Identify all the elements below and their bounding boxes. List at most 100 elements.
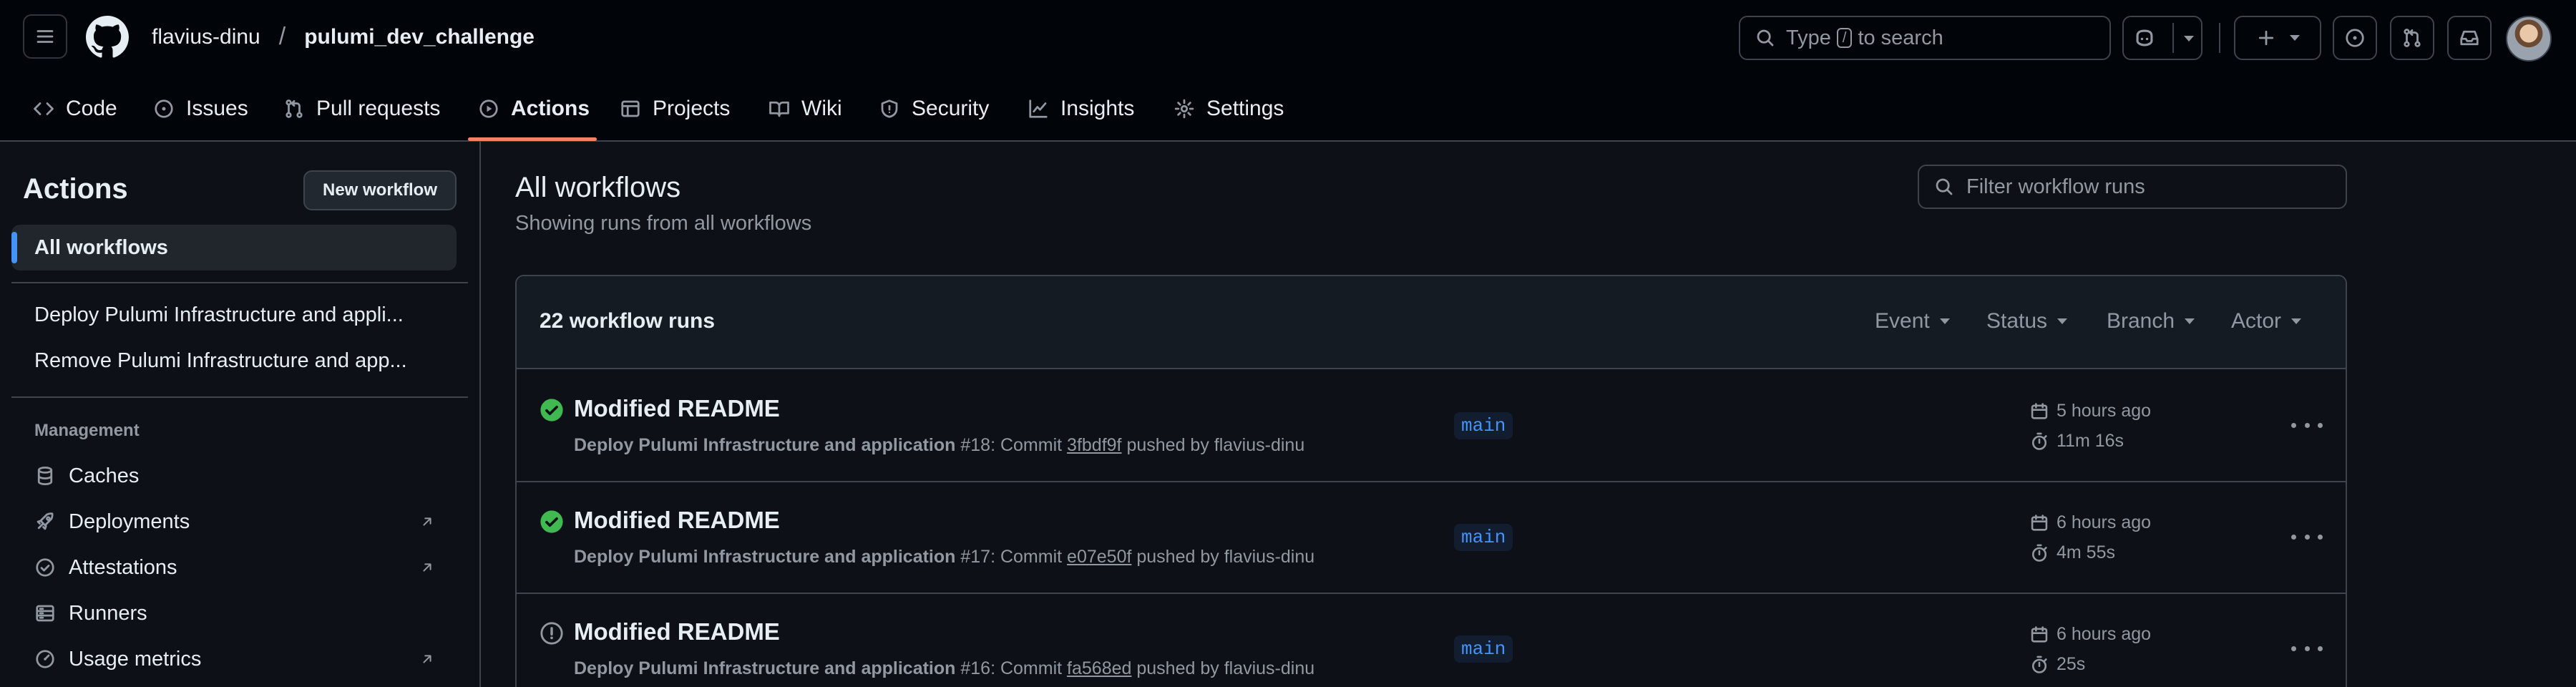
event-filter-dropdown[interactable]: Event: [1875, 309, 1950, 333]
run-workflow-name: Deploy Pulumi Infrastructure and applica…: [574, 435, 956, 455]
pull-requests-shortcut-button[interactable]: [2390, 16, 2434, 60]
sidebar-divider: [11, 396, 468, 398]
issues-shortcut-button[interactable]: [2333, 16, 2377, 60]
calendar-icon: [2031, 514, 2048, 531]
global-header: flavius-dinu / pulumi_dev_challenge Type…: [0, 0, 2576, 76]
run-workflow-name: Deploy Pulumi Infrastructure and applica…: [574, 547, 956, 567]
search-suffix: to search: [1858, 26, 1943, 49]
run-title-link[interactable]: Modified README: [574, 618, 780, 645]
filter-label: Event: [1875, 309, 1930, 333]
menu-button[interactable]: [23, 14, 67, 59]
run-options-kebab-icon[interactable]: [2291, 524, 2323, 550]
commit-sha-link[interactable]: fa568ed: [1067, 658, 1131, 678]
run-meta: Deploy Pulumi Infrastructure and applica…: [574, 435, 1304, 456]
workflow-run-row[interactable]: Modified README Deploy Pulumi Infrastruc…: [517, 371, 2346, 482]
tab-pull-requests[interactable]: Pull requests: [283, 76, 440, 142]
repo-nav: Code Issues Pull requests Actions Projec…: [0, 76, 2576, 142]
copilot-button[interactable]: [2122, 16, 2202, 60]
sidebar-title: Actions: [23, 173, 128, 205]
search-icon: [1757, 29, 1774, 47]
rocket-icon: [36, 512, 54, 530]
search-icon: [1936, 178, 1953, 195]
active-tab-indicator: [468, 137, 597, 141]
filter-placeholder: Filter workflow runs: [1966, 175, 2145, 198]
chevron-down-icon: [2291, 318, 2302, 324]
shield-icon: [881, 99, 898, 118]
chevron-down-icon[interactable]: [2184, 36, 2194, 42]
tab-insights[interactable]: Insights: [1028, 76, 1134, 142]
github-logo-icon[interactable]: [86, 16, 129, 59]
repo-name-link[interactable]: pulumi_dev_challenge: [304, 25, 535, 49]
pull-request-icon: [286, 99, 303, 118]
sidebar-item-label: Deploy Pulumi Infrastructure and appli..…: [34, 303, 404, 326]
cancelled-stop-icon: [540, 622, 563, 645]
sidebar-item-remove-workflow[interactable]: Remove Pulumi Infrastructure and app...: [11, 338, 457, 384]
run-timestamp: 6 hours ago: [2029, 512, 2151, 533]
sidebar-item-runners[interactable]: Runners: [11, 591, 457, 635]
run-options-kebab-icon[interactable]: [2291, 635, 2323, 661]
sidebar-item-deploy-workflow[interactable]: Deploy Pulumi Infrastructure and appli..…: [11, 292, 457, 338]
inbox-button[interactable]: [2447, 16, 2492, 60]
database-icon: [37, 467, 53, 485]
sidebar-item-usage-metrics[interactable]: Usage metrics: [11, 637, 457, 681]
search-shortcut-key: /: [1836, 28, 1853, 48]
server-icon: [36, 605, 54, 622]
tab-actions[interactable]: Actions: [478, 76, 590, 142]
stopwatch-icon: [2031, 544, 2047, 562]
external-link-icon: [423, 655, 431, 663]
run-title-link[interactable]: Modified README: [574, 507, 780, 534]
success-check-icon: [540, 399, 563, 422]
run-duration-text: 4m 55s: [2057, 542, 2115, 562]
tab-label: Wiki: [801, 97, 842, 120]
tab-settings[interactable]: Settings: [1174, 76, 1284, 142]
create-new-button[interactable]: [2234, 16, 2321, 60]
tab-label: Projects: [653, 97, 731, 120]
tab-security[interactable]: Security: [879, 76, 989, 142]
tab-code[interactable]: Code: [33, 76, 117, 142]
filter-runs-input[interactable]: Filter workflow runs: [1918, 165, 2347, 209]
tab-wiki[interactable]: Wiki: [769, 76, 842, 142]
sidebar-item-caches[interactable]: Caches: [11, 454, 457, 498]
branch-label[interactable]: main: [1454, 635, 1513, 663]
user-avatar[interactable]: [2506, 16, 2552, 62]
runs-list-header: 22 workflow runs Event Status Branch Act…: [517, 276, 2346, 369]
hamburger-icon: [36, 30, 54, 43]
run-duration: 11m 16s: [2029, 431, 2124, 452]
chevron-down-icon: [2185, 318, 2195, 324]
branch-filter-dropdown[interactable]: Branch: [2107, 309, 2195, 333]
workflow-run-row[interactable]: Modified README Deploy Pulumi Infrastruc…: [517, 594, 2346, 687]
tab-projects[interactable]: Projects: [620, 76, 730, 142]
tab-label: Actions: [511, 97, 590, 120]
run-pusher: pushed by flavius-dinu: [1136, 658, 1315, 678]
workflow-run-row[interactable]: Modified README Deploy Pulumi Infrastruc…: [517, 482, 2346, 594]
filter-label: Branch: [2107, 309, 2175, 333]
plus-icon: [2258, 30, 2274, 46]
commit-sha-link[interactable]: 3fbdf9f: [1067, 435, 1121, 455]
tab-issues[interactable]: Issues: [153, 76, 248, 142]
global-search-input[interactable]: Type / to search: [1739, 16, 2111, 60]
management-heading: Management: [34, 421, 140, 440]
graph-icon: [1029, 99, 1048, 118]
status-filter-dropdown[interactable]: Status: [1986, 309, 2068, 333]
run-timestamp: 6 hours ago: [2029, 624, 2151, 645]
meter-icon: [36, 650, 54, 668]
run-title-link[interactable]: Modified README: [574, 395, 780, 422]
actor-filter-dropdown[interactable]: Actor: [2231, 309, 2302, 333]
calendar-icon: [2031, 402, 2048, 419]
branch-label[interactable]: main: [1454, 524, 1513, 551]
calendar-icon: [2031, 625, 2048, 643]
new-workflow-button[interactable]: New workflow: [303, 170, 457, 210]
run-time-text: 6 hours ago: [2057, 512, 2152, 532]
sidebar-item-attestations[interactable]: Attestations: [11, 545, 457, 590]
run-options-kebab-icon[interactable]: [2291, 412, 2323, 438]
run-workflow-name: Deploy Pulumi Infrastructure and applica…: [574, 658, 956, 678]
code-icon: [34, 102, 54, 115]
sidebar-item-label: Deployments: [69, 510, 190, 533]
sidebar-item-deployments[interactable]: Deployments: [11, 500, 457, 544]
branch-label[interactable]: main: [1454, 412, 1513, 439]
repo-owner-link[interactable]: flavius-dinu: [152, 25, 260, 49]
runs-count: 22 workflow runs: [540, 309, 716, 333]
commit-sha-link[interactable]: e07e50f: [1067, 547, 1131, 567]
copilot-icon: [2136, 29, 2153, 47]
sidebar-item-all-workflows[interactable]: All workflows: [11, 225, 457, 271]
